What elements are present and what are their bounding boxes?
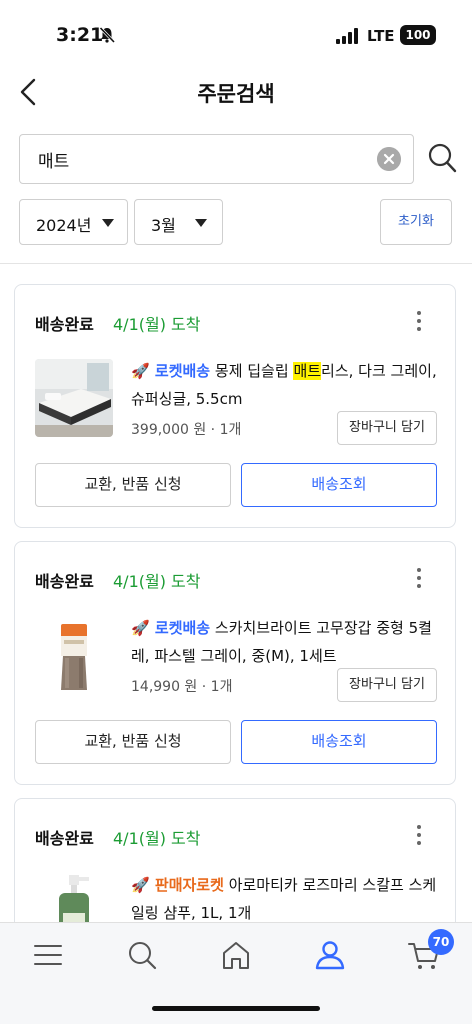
exchange-return-button[interactable]: 교환, 반품 신청 (35, 720, 231, 764)
search-input[interactable] (38, 145, 368, 173)
search-box[interactable] (19, 134, 414, 184)
bell-off-icon (99, 26, 116, 44)
price-quantity: 399,000 원 · 1개 (131, 422, 242, 438)
order-card: 배송완료 4/1(월) 도착 🚀 로켓배송 몽제 딥슬립 매트리스, 다크 그레… (14, 284, 456, 528)
search-tab-icon[interactable] (124, 937, 160, 973)
page-title: 주문검색 (197, 82, 275, 106)
more-options-icon[interactable] (413, 823, 425, 847)
rocket-delivery-badge: 🚀 로켓배송 (131, 362, 211, 380)
home-indicator (152, 1006, 320, 1011)
product-title[interactable]: 🚀 로켓배송 몽제 딥슬립 매트리스, 다크 그레이, 슈퍼싱글, 5.5cm (131, 357, 441, 413)
status-time: 3:21 (56, 24, 104, 46)
add-to-cart-button[interactable]: 장바구니 담기 (337, 411, 437, 445)
divider (0, 263, 472, 264)
arrival-date: 4/1(월) 도착 (113, 829, 201, 848)
more-options-icon[interactable] (413, 309, 425, 333)
month-select[interactable]: 3월 (134, 199, 223, 245)
seller-rocket-badge: 🚀 판매자로켓 (131, 876, 224, 894)
order-card: 배송완료 4/1(월) 도착 🚀 로켓배송 스카치브라이트 고무장갑 중형 5켤… (14, 541, 456, 785)
caret-down-icon (195, 219, 207, 227)
add-to-cart-button[interactable]: 장바구니 담기 (337, 668, 437, 702)
delivery-status: 배송완료 (35, 829, 94, 848)
search-highlight: 매트 (293, 362, 322, 380)
search-icon[interactable] (427, 142, 457, 174)
product-title[interactable]: 🚀 판매자로켓 아로마티카 로즈마리 스칼프 스케일링 샴푸, 1L, 1개 (131, 871, 441, 927)
arrival-date: 4/1(월) 도착 (113, 572, 201, 591)
delivery-status: 배송완료 (35, 572, 94, 591)
cart-count-badge: 70 (428, 929, 454, 955)
delivery-status: 배송완료 (35, 315, 94, 334)
price-quantity: 14,990 원 · 1개 (131, 679, 233, 695)
exchange-return-button[interactable]: 교환, 반품 신청 (35, 463, 231, 507)
year-value: 2024년 (36, 216, 92, 235)
product-title[interactable]: 🚀 로켓배송 스카치브라이트 고무장갑 중형 5켤레, 파스텔 그레이, 중(M… (131, 614, 441, 670)
network-type: LTE (367, 27, 395, 45)
more-options-icon[interactable] (413, 566, 425, 590)
my-page-icon[interactable] (312, 937, 348, 973)
reset-button[interactable]: 초기화 (380, 199, 452, 245)
nav-bar: 주문검색 (0, 70, 472, 114)
home-icon[interactable] (218, 937, 254, 973)
track-delivery-button[interactable]: 배송조회 (241, 463, 437, 507)
track-delivery-button[interactable]: 배송조회 (241, 720, 437, 764)
signal-icon (336, 28, 358, 44)
battery-indicator: 100 (400, 25, 436, 45)
menu-icon[interactable] (30, 937, 66, 973)
product-image-gloves[interactable] (35, 616, 113, 694)
rocket-delivery-badge: 🚀 로켓배송 (131, 619, 211, 637)
product-image-mattress[interactable] (35, 359, 113, 437)
arrival-date: 4/1(월) 도착 (113, 315, 201, 334)
caret-down-icon (102, 219, 114, 227)
year-select[interactable]: 2024년 (19, 199, 128, 245)
month-value: 3월 (151, 216, 176, 235)
clear-icon[interactable] (377, 147, 401, 171)
status-bar: 3:21 LTE 100 (0, 0, 472, 70)
